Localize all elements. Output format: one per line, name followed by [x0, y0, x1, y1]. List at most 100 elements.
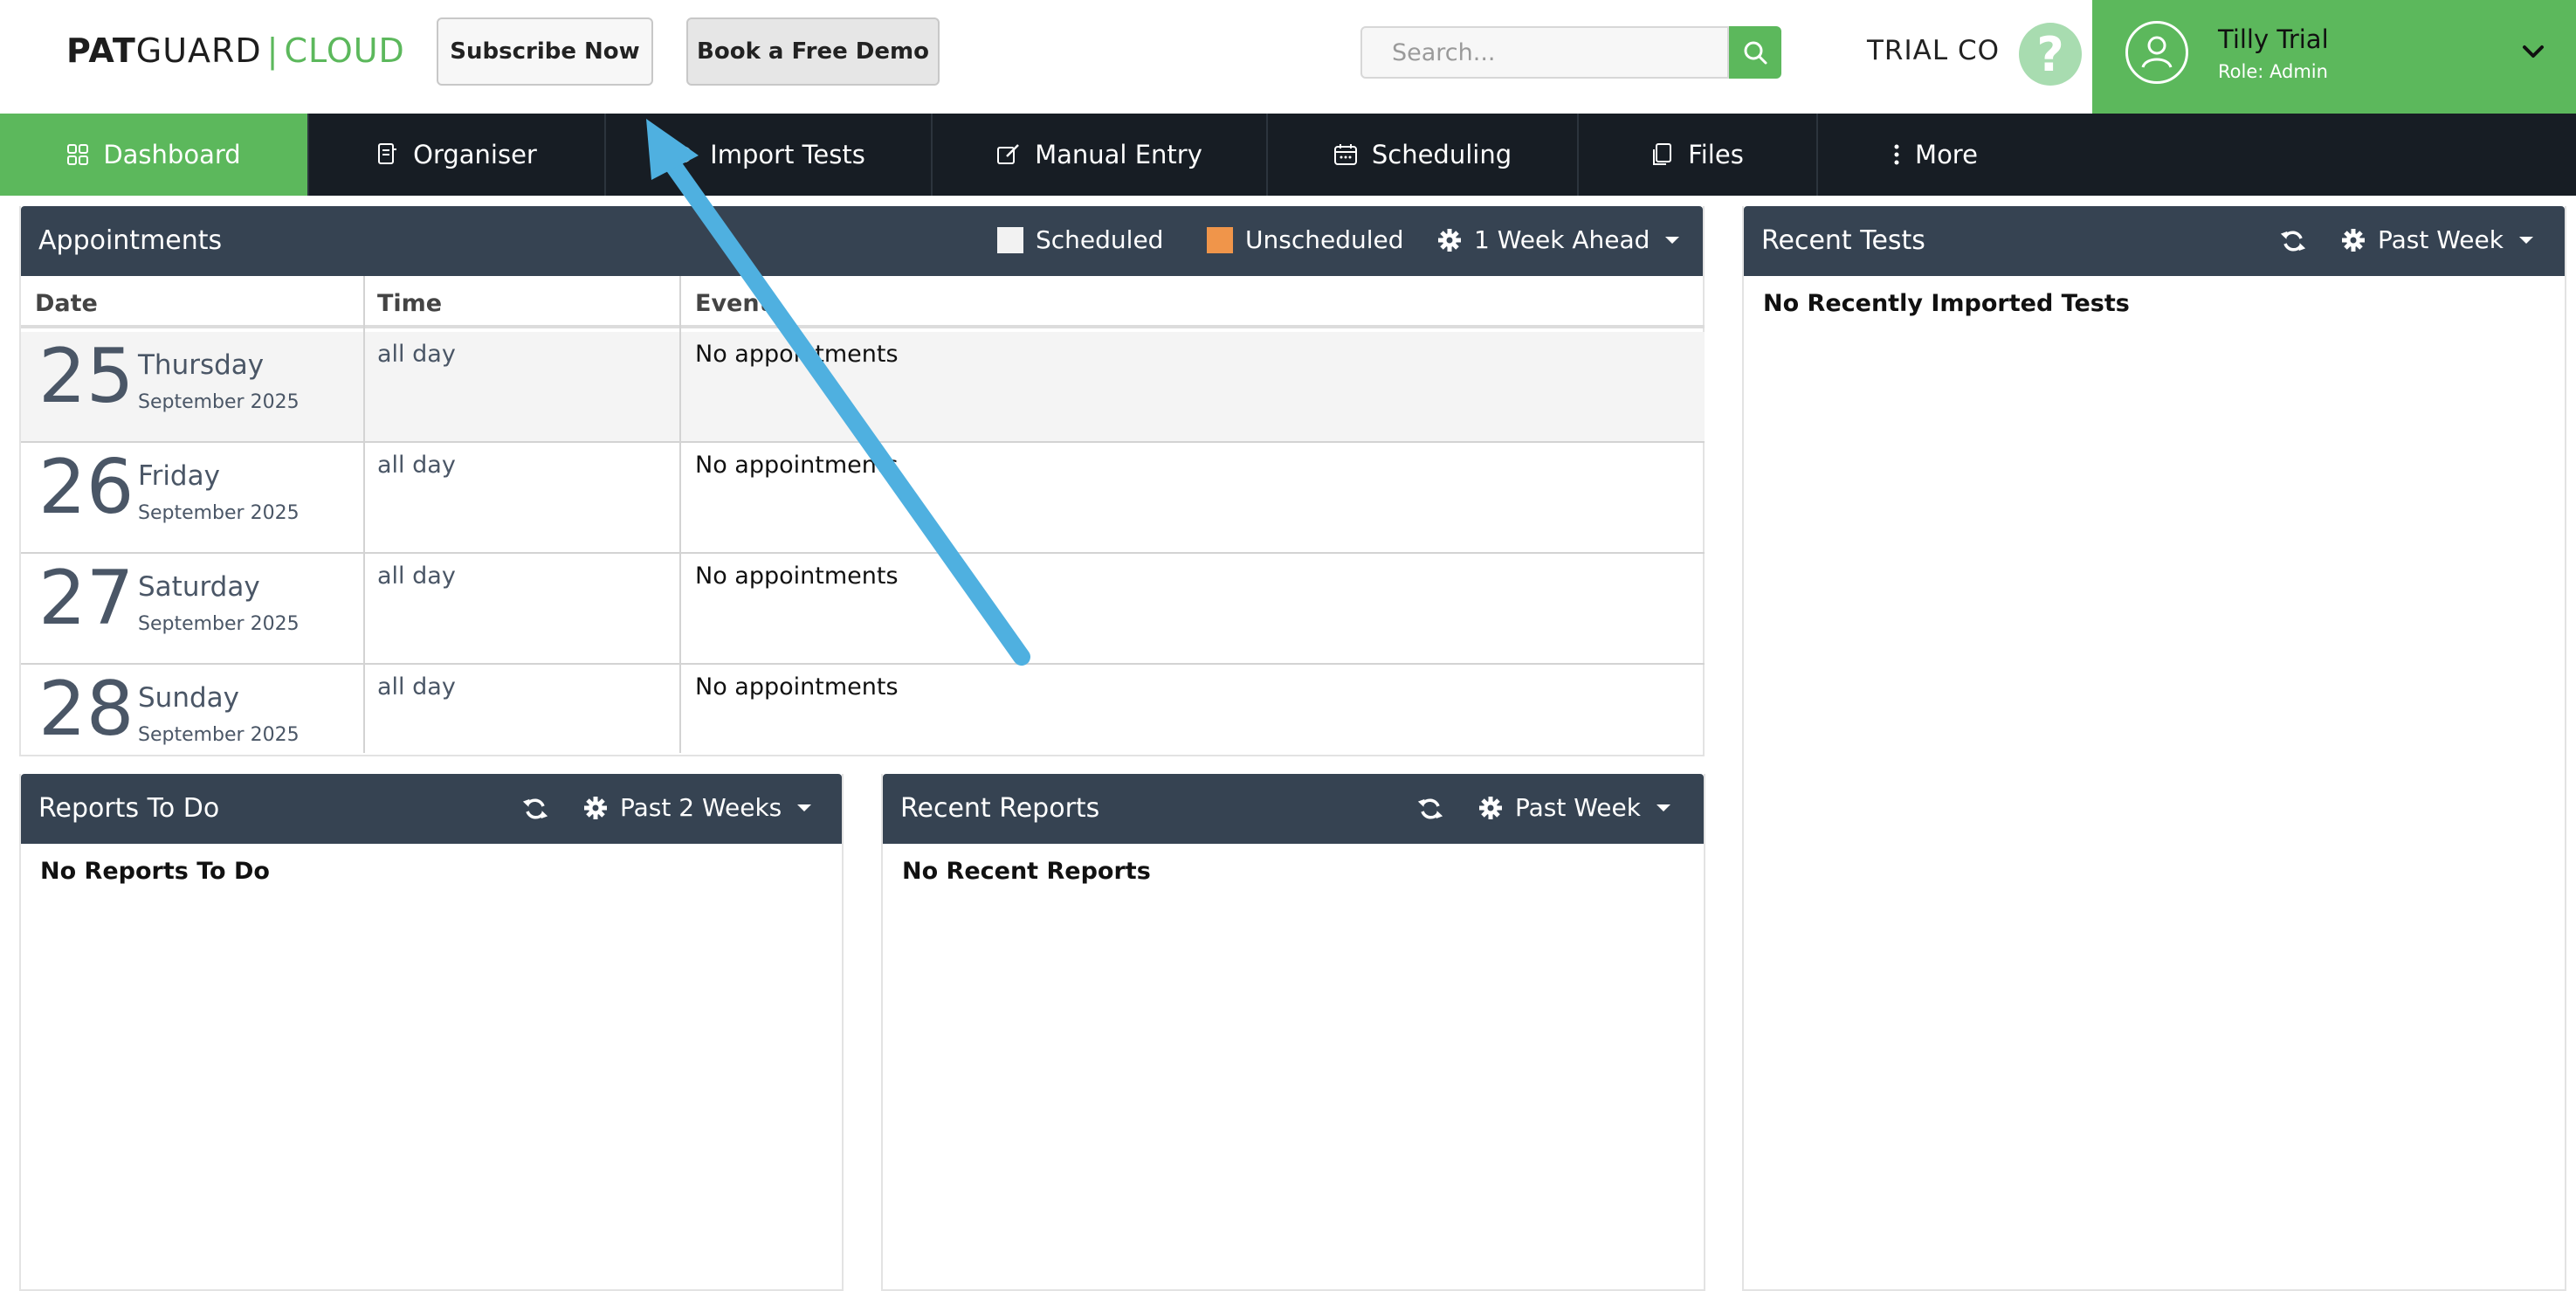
recent-reports-panel: Recent Reports Past Week No Recent Repor…: [881, 774, 1705, 1291]
gear-icon: [584, 796, 607, 819]
nav-label: More: [1915, 140, 1978, 169]
table-row: 27 Saturday September 2025 all day No ap…: [21, 554, 1705, 665]
chevron-down-icon[interactable]: [2520, 38, 2546, 65]
column-divider: [679, 276, 681, 753]
nav-organiser[interactable]: Organiser: [309, 114, 606, 196]
legend-label: Unscheduled: [1245, 225, 1404, 254]
recent-reports-header: Recent Reports Past Week: [883, 774, 1704, 844]
gear-icon: [1438, 228, 1461, 252]
appointments-range-dropdown[interactable]: 1 Week Ahead: [1437, 225, 1683, 254]
appointments-panel: Appointments Scheduled Unscheduled 1 Wee…: [19, 206, 1705, 756]
nav-scheduling[interactable]: Scheduling: [1268, 114, 1579, 196]
reports-todo-range-dropdown[interactable]: Past 2 Weeks: [583, 793, 815, 822]
nav-files[interactable]: Files: [1579, 114, 1818, 196]
column-date: Date: [35, 290, 98, 317]
table-header: Date Time Event: [21, 276, 1705, 328]
avatar: [2125, 21, 2188, 84]
book-demo-button[interactable]: Book a Free Demo: [686, 17, 940, 86]
nav-dashboard[interactable]: Dashboard: [0, 114, 309, 196]
column-time: Time: [377, 290, 443, 317]
column-event: Event: [695, 290, 771, 317]
month-year: September 2025: [138, 613, 300, 635]
nav-label: Import Tests: [710, 140, 865, 169]
panel-title: Reports To Do: [38, 793, 220, 824]
caret-down-icon: [1656, 804, 1670, 811]
empty-message: No Recently Imported Tests: [1763, 290, 2130, 317]
table-row: 28 Sunday September 2025 all day No appo…: [21, 665, 1705, 753]
range-label: Past Week: [2378, 225, 2504, 254]
main-nav: Dashboard Organiser Import Tests Manual …: [0, 114, 2576, 196]
range-label: Past 2 Weeks: [620, 793, 782, 822]
nav-label: Files: [1688, 140, 1744, 169]
subscribe-now-button[interactable]: Subscribe Now: [437, 17, 653, 86]
weekday: Sunday: [138, 682, 239, 714]
top-header: PATGUARD | CLOUD Subscribe Now Book a Free…: [0, 0, 2576, 114]
grid-icon: [67, 144, 89, 165]
day-number: 28: [38, 666, 134, 753]
panel-title: Recent Tests: [1761, 225, 1925, 256]
reports-todo-header: Reports To Do Past 2 Weeks: [21, 774, 842, 844]
range-label: Past Week: [1515, 793, 1641, 822]
user-role: Role: Admin: [2218, 61, 2328, 82]
event-cell: No appointments: [695, 452, 899, 479]
reports-todo-panel: Reports To Do Past 2 Weeks No Reports To…: [19, 774, 844, 1291]
caret-down-icon: [797, 804, 812, 811]
logo-separator: |: [266, 31, 279, 70]
event-cell: No appointments: [695, 341, 899, 368]
legend-unscheduled: Unscheduled: [1207, 225, 1404, 254]
recent-tests-header: Recent Tests Past Week: [1744, 206, 2565, 276]
empty-message: No Recent Reports: [902, 858, 1151, 885]
refresh-icon[interactable]: [1417, 796, 1443, 822]
nav-label: Organiser: [413, 140, 537, 169]
recent-reports-range-dropdown[interactable]: Past Week: [1478, 793, 1674, 822]
scheduled-swatch: [997, 226, 1023, 253]
refresh-icon[interactable]: [522, 796, 548, 822]
nav-label: Manual Entry: [1035, 140, 1202, 169]
time-cell: all day: [377, 341, 456, 368]
time-cell: all day: [377, 673, 456, 701]
help-icon[interactable]: ?: [2019, 23, 2082, 86]
logo-guard: GUARD: [135, 31, 262, 70]
company-name: TRIAL CO: [1867, 35, 2000, 66]
month-year: September 2025: [138, 502, 300, 524]
event-cell: No appointments: [695, 563, 899, 590]
recent-tests-range-dropdown[interactable]: Past Week: [2341, 225, 2537, 254]
search-icon: [1744, 41, 1767, 65]
nav-more[interactable]: More: [1818, 114, 2052, 196]
empty-message: No Reports To Do: [40, 858, 270, 885]
patguard-logo[interactable]: PATGUARD | CLOUD: [66, 31, 405, 70]
user-name: Tilly Trial: [2218, 24, 2329, 54]
weekday: Friday: [138, 460, 220, 492]
time-cell: all day: [377, 563, 456, 590]
gear-icon: [2342, 228, 2365, 252]
range-label: 1 Week Ahead: [1474, 225, 1650, 254]
column-divider: [363, 276, 365, 753]
panel-title: Recent Reports: [900, 793, 1100, 824]
files-icon: [1653, 143, 1672, 165]
gear-icon: [1479, 796, 1502, 819]
user-menu[interactable]: Tilly Trial Role: Admin: [2092, 0, 2576, 114]
nav-manual-entry[interactable]: Manual Entry: [933, 114, 1268, 196]
edit-icon: [997, 144, 1019, 164]
time-cell: all day: [377, 452, 456, 479]
search-input[interactable]: Search...: [1360, 26, 1729, 79]
organiser-icon: [378, 143, 397, 164]
legend-scheduled: Scheduled: [997, 225, 1163, 254]
kebab-icon: [1894, 144, 1899, 165]
panel-title: Appointments: [38, 225, 223, 256]
logo-pat: PAT: [66, 31, 136, 70]
calendar-icon: [1333, 144, 1357, 165]
nav-import-tests[interactable]: Import Tests: [606, 114, 933, 196]
day-number: 26: [38, 444, 134, 531]
weekday: Saturday: [138, 571, 260, 603]
search-button[interactable]: [1729, 26, 1781, 79]
nav-label: Scheduling: [1371, 140, 1512, 169]
appointments-header: Appointments Scheduled Unscheduled 1 Wee…: [21, 206, 1703, 276]
nav-label: Dashboard: [103, 140, 241, 169]
table-row: 26 Friday September 2025 all day No appo…: [21, 443, 1705, 554]
table-row: 25 Thursday September 2025 all day No ap…: [21, 332, 1705, 443]
user-icon: [2141, 36, 2173, 68]
refresh-icon[interactable]: [2280, 228, 2306, 254]
recent-tests-panel: Recent Tests Past Week No Recently Impor…: [1742, 206, 2566, 1291]
month-year: September 2025: [138, 391, 300, 413]
